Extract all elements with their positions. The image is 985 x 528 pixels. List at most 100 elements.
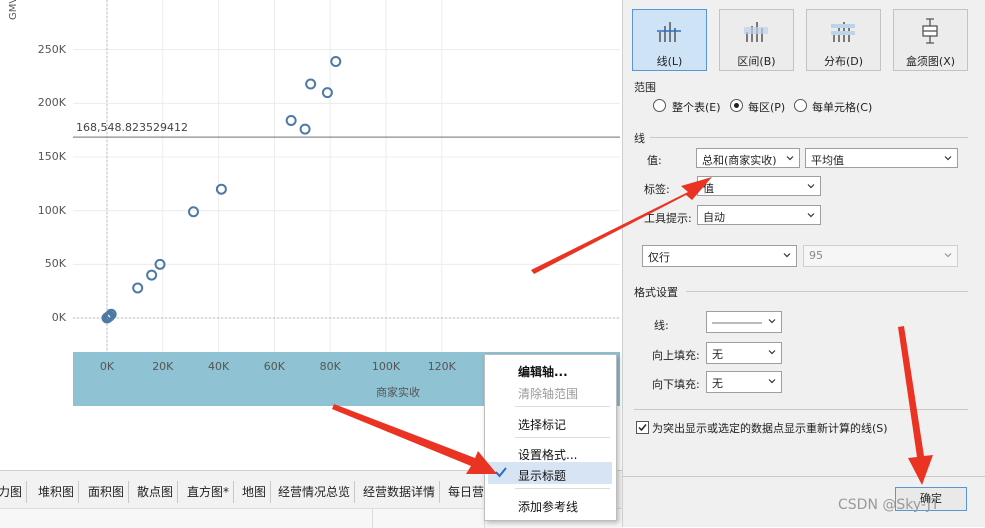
menu-show-title[interactable]: 显示标题	[518, 467, 566, 484]
menu-select-marks[interactable]: 选择标记	[518, 416, 566, 433]
format-line-label: 线:	[654, 319, 669, 332]
data-point	[285, 115, 297, 127]
x-tick-label: 80K	[319, 360, 341, 373]
tab-sheet[interactable]: 经营数据详情	[359, 481, 441, 503]
percent-text: 95	[809, 249, 823, 262]
menu-format[interactable]: 设置格式...	[518, 446, 577, 463]
tab-sheet[interactable]: 堆积图	[34, 481, 80, 503]
fill-above-label: 向上填充:	[652, 349, 700, 362]
menu-separator	[515, 406, 610, 407]
x-tick-label: 120K	[427, 360, 456, 373]
data-point	[146, 269, 158, 281]
menu-separator	[515, 437, 610, 438]
section-divider	[650, 137, 968, 138]
y-tick-label: 200K	[37, 96, 66, 110]
fill-below-label: 向下填充:	[652, 378, 700, 391]
row-mode-text: 仅行	[648, 251, 670, 264]
data-point	[132, 282, 144, 294]
type-line-label: 线(L)	[656, 55, 683, 68]
chevron-down-icon	[783, 253, 791, 258]
tab-sheet[interactable]: 直方图*	[183, 481, 235, 503]
percent-select: 95	[803, 245, 958, 267]
label-label: 标签:	[644, 183, 670, 196]
label-select[interactable]: 值	[697, 176, 821, 196]
tooltip-select[interactable]: 自动	[697, 205, 821, 225]
y-tick-label: 100K	[37, 203, 66, 217]
label-select-text: 值	[703, 182, 714, 195]
tooltip-label: 工具提示:	[644, 212, 692, 225]
data-point	[330, 55, 342, 67]
data-point	[187, 206, 199, 218]
y-tick-label: 150K	[37, 150, 66, 163]
recalc-checkbox[interactable]	[636, 421, 649, 434]
chevron-down-icon	[768, 350, 776, 355]
scope-pane-label: 每区(P)	[748, 101, 786, 114]
checkmark-icon	[638, 424, 647, 432]
x-tick-label: 0K	[99, 360, 115, 373]
type-line-button[interactable]: 线(L)	[632, 9, 707, 71]
tab-sheet[interactable]: 经营情况总览	[274, 481, 356, 503]
type-boxplot-button[interactable]: 盒须图(X)	[893, 9, 968, 71]
data-point	[305, 78, 317, 90]
reference-line-label: 168,548.823529412	[76, 121, 188, 134]
axis-context-menu: 编辑轴... 清除轴范围 选择标记 设置格式... 显示标题 添加参考线	[484, 354, 617, 521]
value-aggregation-text: 平均值	[811, 154, 844, 167]
scope-table-radio[interactable]	[653, 99, 666, 112]
scope-pane-radio[interactable]	[730, 99, 743, 112]
y-axis-title: GMV	[8, 0, 19, 20]
distribution-type-icon	[831, 22, 855, 42]
boxplot-type-icon	[922, 18, 938, 44]
status-segment	[0, 509, 373, 528]
menu-add-reference-line[interactable]: 添加参考线	[518, 498, 578, 515]
scope-cell-label: 每单元格(C)	[812, 101, 873, 114]
line-section-title: 线	[634, 132, 645, 145]
type-distribution-button[interactable]: 分布(D)	[806, 9, 881, 71]
checkmark-icon	[495, 467, 507, 478]
value-field-text: 总和(商家实收)	[702, 154, 777, 167]
chevron-down-icon	[807, 184, 815, 189]
recalc-checkbox-label: 为突出显示或选定的数据点显示重新计算的线(S)	[652, 422, 888, 435]
scope-section-title: 范围	[634, 81, 656, 94]
menu-clear-axis-range: 清除轴范围	[518, 387, 579, 401]
format-section-title: 格式设置	[634, 286, 678, 299]
tab-sheet[interactable]: 面积图	[84, 481, 130, 503]
dialog-footer-divider	[622, 476, 985, 477]
section-divider	[634, 409, 968, 410]
y-tick-label: 50K	[44, 257, 66, 271]
tab-sheet[interactable]: 力图	[0, 481, 28, 503]
menu-separator	[515, 488, 610, 489]
type-band-button[interactable]: 区间(B)	[719, 9, 794, 71]
band-type-icon	[744, 22, 768, 42]
section-divider	[686, 291, 968, 292]
line-style-preview	[712, 322, 762, 324]
row-mode-select[interactable]: 仅行	[642, 245, 797, 267]
x-tick-label: 20K	[152, 360, 174, 373]
data-point	[299, 123, 311, 135]
chevron-down-icon	[786, 156, 794, 161]
fill-above-select[interactable]: 无	[706, 342, 782, 364]
fill-below-select[interactable]: 无	[706, 371, 782, 393]
line-type-icon	[657, 22, 681, 42]
scope-cell-radio[interactable]	[794, 99, 807, 112]
type-boxplot-label: 盒须图(X)	[905, 55, 956, 68]
value-field-select[interactable]: 总和(商家实收)	[696, 148, 800, 168]
status-segment	[372, 509, 485, 528]
chevron-down-icon	[807, 213, 815, 218]
y-tick-label: 0K	[51, 311, 66, 324]
chevron-down-icon	[768, 319, 776, 324]
tab-sheet[interactable]: 散点图	[133, 481, 179, 503]
x-tick-label: 100K	[371, 360, 401, 373]
value-aggregation-select[interactable]: 平均值	[805, 148, 958, 168]
tab-sheet[interactable]: 每日营	[444, 481, 490, 503]
type-distribution-label: 分布(D)	[823, 55, 864, 68]
y-tick-label: 250K	[37, 42, 66, 56]
x-axis-title: 商家实收	[376, 386, 420, 399]
menu-edit-axis[interactable]: 编辑轴...	[518, 363, 568, 380]
x-tick-label: 60K	[263, 360, 285, 373]
fill-below-text: 无	[712, 377, 723, 390]
scope-table-label: 整个表(E)	[672, 101, 721, 114]
line-style-select[interactable]	[706, 311, 782, 333]
chevron-down-icon	[768, 379, 776, 384]
watermark: CSDN @Sky-JT	[838, 497, 940, 513]
tab-sheet[interactable]: 地图	[238, 481, 272, 503]
